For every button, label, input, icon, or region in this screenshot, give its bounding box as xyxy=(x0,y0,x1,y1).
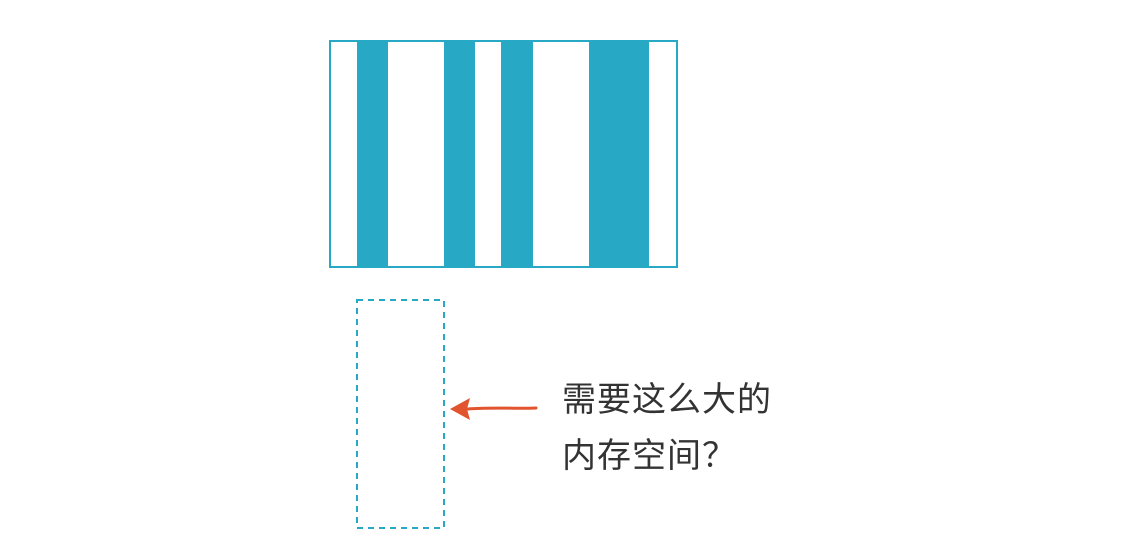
memory-segment-filled xyxy=(589,41,649,267)
pointer-arrow xyxy=(450,398,538,420)
memory-segment-filled xyxy=(357,41,388,267)
arrow-shaft xyxy=(466,406,538,411)
annotation-line-1: 需要这么大的 xyxy=(562,380,772,420)
memory-segment-filled xyxy=(444,41,475,267)
annotation-line-2: 内存空间？ xyxy=(562,436,737,476)
required-space-outline xyxy=(356,299,445,529)
annotation-text: 需要这么大的 内存空间？ xyxy=(562,372,822,484)
arrow-head-icon xyxy=(450,398,470,420)
memory-segment-filled xyxy=(501,41,533,267)
memory-block xyxy=(329,40,678,268)
